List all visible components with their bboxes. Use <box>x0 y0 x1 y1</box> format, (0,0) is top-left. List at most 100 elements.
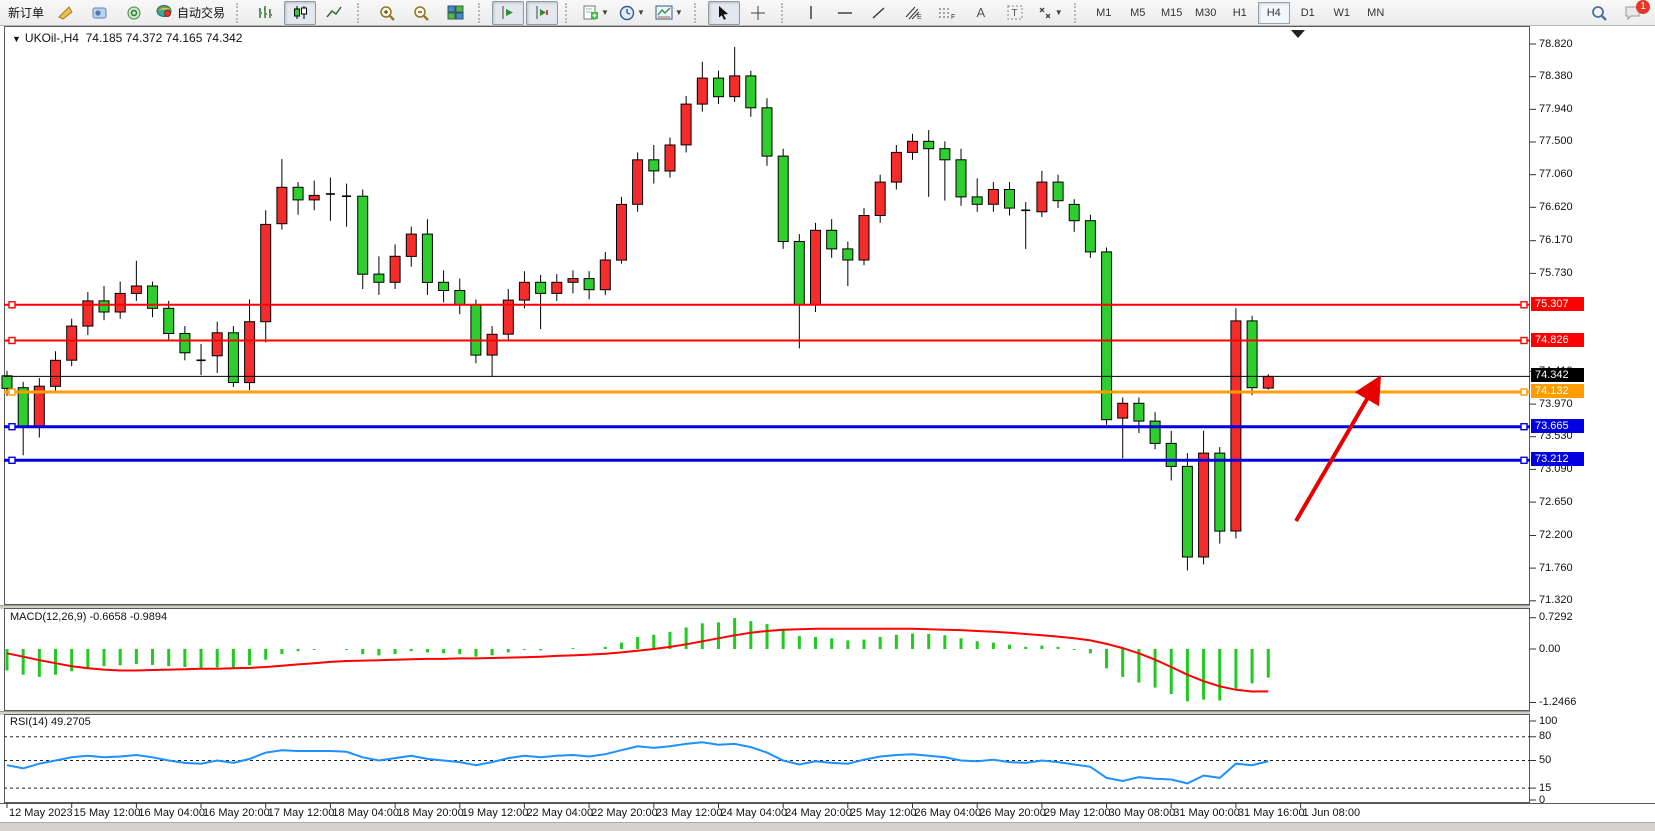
chart-shift-marker-icon[interactable] <box>1291 30 1305 38</box>
macd-axis-label: 0.7292 <box>1539 611 1573 623</box>
time-tick-label: 30 May 08:00 <box>1109 807 1176 819</box>
svg-text:F: F <box>951 14 955 20</box>
window-bottom-strip <box>0 822 1655 831</box>
new-order-button[interactable]: 新订单 <box>4 1 48 25</box>
autoscroll-button[interactable] <box>492 1 524 25</box>
timeframe-m5[interactable]: M5 <box>1122 2 1154 24</box>
bar-chart-mode-button[interactable] <box>250 1 282 25</box>
cursor-tool-button[interactable] <box>708 1 740 25</box>
rsi-label: RSI(14) 49.2705 <box>10 716 91 728</box>
time-tick-label: 31 May 00:00 <box>1173 807 1240 819</box>
svg-text:T: T <box>1011 8 1017 19</box>
price-tick-label: 77.500 <box>1539 135 1573 147</box>
toolbar: 新订单 自动交易 <box>0 0 1655 26</box>
trendline-tool-button[interactable] <box>863 1 895 25</box>
vertical-line-tool-button[interactable] <box>795 1 827 25</box>
templates-button[interactable]: ▼ <box>651 1 687 25</box>
toolbar-separator <box>478 3 487 23</box>
rsi-axis-label: 80 <box>1539 730 1551 742</box>
price-line-label: 74.342 <box>1531 368 1584 382</box>
periods-button[interactable]: ▼ <box>615 1 649 25</box>
price-line-label: 74.132 <box>1531 384 1584 398</box>
timeframe-w1[interactable]: W1 <box>1326 2 1358 24</box>
chevron-down-icon: ▼ <box>601 8 609 17</box>
price-line-label: 75.307 <box>1531 297 1584 311</box>
main-chart-pane[interactable] <box>4 26 1530 605</box>
candlestick-mode-button[interactable] <box>284 1 316 25</box>
add-indicator-button[interactable]: ▼ <box>579 1 613 25</box>
price-tick-label: 77.060 <box>1539 168 1573 180</box>
fibonacci-tool-button[interactable]: F <box>931 1 963 25</box>
chevron-down-icon: ▼ <box>675 8 683 17</box>
macd-axis-label: 0.00 <box>1539 643 1560 655</box>
time-tick-label: 18 May 04:00 <box>332 807 399 819</box>
toolbar-separator <box>1074 3 1083 23</box>
price-tick-label: 76.170 <box>1539 234 1573 246</box>
price-tick-label: 73.970 <box>1539 398 1573 410</box>
time-tick-label: 22 May 20:00 <box>591 807 658 819</box>
toolbar-separator <box>357 3 366 23</box>
price-line-label: 74.826 <box>1531 333 1584 347</box>
text-label-tool-button[interactable]: T <box>999 1 1031 25</box>
timeframe-m1[interactable]: M1 <box>1088 2 1120 24</box>
time-tick-label: 29 May 12:00 <box>1044 807 1111 819</box>
rsi-axis-label: 0 <box>1539 794 1545 806</box>
rsi-axis-label: 100 <box>1539 715 1557 727</box>
timeframe-m30[interactable]: M30 <box>1190 2 1222 24</box>
price-tick-label: 76.620 <box>1539 201 1573 213</box>
macd-label: MACD(12,26,9) -0.6658 -0.9894 <box>10 611 167 623</box>
rsi-axis-label: 50 <box>1539 754 1551 766</box>
time-tick-label: 1 Jun 08:00 <box>1303 807 1361 819</box>
time-tick-label: 19 May 12:00 <box>462 807 529 819</box>
symbol-period-label: UKOil-,H4 <box>25 31 79 45</box>
timeframe-d1[interactable]: D1 <box>1292 2 1324 24</box>
line-chart-mode-button[interactable] <box>318 1 350 25</box>
timeframe-mn[interactable]: MN <box>1360 2 1392 24</box>
tile-windows-button[interactable] <box>439 1 471 25</box>
rsi-pane[interactable] <box>4 714 1530 803</box>
equidistant-channel-tool-button[interactable]: E <box>897 1 929 25</box>
autotrading-icon <box>156 4 173 21</box>
price-tick-label: 77.940 <box>1539 103 1573 115</box>
horizontal-line-tool-button[interactable] <box>829 1 861 25</box>
text-tool-button[interactable]: A <box>965 1 997 25</box>
price-tick-label: 71.760 <box>1539 562 1573 574</box>
price-tick-label: 72.200 <box>1539 529 1573 541</box>
notifications-button[interactable]: 1 <box>1617 1 1649 25</box>
search-icon[interactable] <box>1583 1 1615 25</box>
time-tick-label: 24 May 20:00 <box>785 807 852 819</box>
chart-title: ▼ UKOil-,H4 74.185 74.372 74.165 74.342 <box>12 31 242 45</box>
ohlc-values: 74.185 74.372 74.165 74.342 <box>86 31 243 45</box>
timeframe-h1[interactable]: H1 <box>1224 2 1256 24</box>
arrows-tool-button[interactable]: ▼ <box>1033 1 1067 25</box>
news-icon[interactable] <box>118 1 150 25</box>
time-tick-label: 16 May 20:00 <box>203 807 270 819</box>
timeframe-m15[interactable]: M15 <box>1156 2 1188 24</box>
chevron-down-icon: ▼ <box>1055 8 1063 17</box>
time-tick-label: 26 May 04:00 <box>915 807 982 819</box>
macd-axis-label: -1.2466 <box>1539 696 1576 708</box>
mt4-window: 新订单 自动交易 <box>0 0 1655 831</box>
time-tick-label: 15 May 12:00 <box>74 807 141 819</box>
toolbar-separator <box>694 3 703 23</box>
market-depth-icon[interactable] <box>84 1 116 25</box>
toolbar-separator <box>565 3 574 23</box>
rsi-axis-label: 15 <box>1539 782 1551 794</box>
time-tick-label: 12 May 2023 <box>9 807 73 819</box>
time-tick-label: 16 May 04:00 <box>138 807 205 819</box>
zoom-out-button[interactable] <box>405 1 437 25</box>
price-tick-label: 78.820 <box>1539 38 1573 50</box>
chart-menu-triangle-icon[interactable]: ▼ <box>12 34 21 44</box>
crosshair-tool-button[interactable] <box>742 1 774 25</box>
time-tick-label: 17 May 12:00 <box>268 807 335 819</box>
time-tick-label: 22 May 04:00 <box>526 807 593 819</box>
time-tick-label: 25 May 12:00 <box>850 807 917 819</box>
price-tick-label: 72.650 <box>1539 496 1573 508</box>
chart-shift-button[interactable] <box>526 1 558 25</box>
sound-icon[interactable] <box>50 1 82 25</box>
zoom-in-button[interactable] <box>371 1 403 25</box>
toolbar-separator <box>236 3 245 23</box>
timeframe-h4[interactable]: H4 <box>1258 2 1290 24</box>
macd-pane[interactable] <box>4 608 1530 711</box>
autotrading-button[interactable]: 自动交易 <box>152 1 229 25</box>
